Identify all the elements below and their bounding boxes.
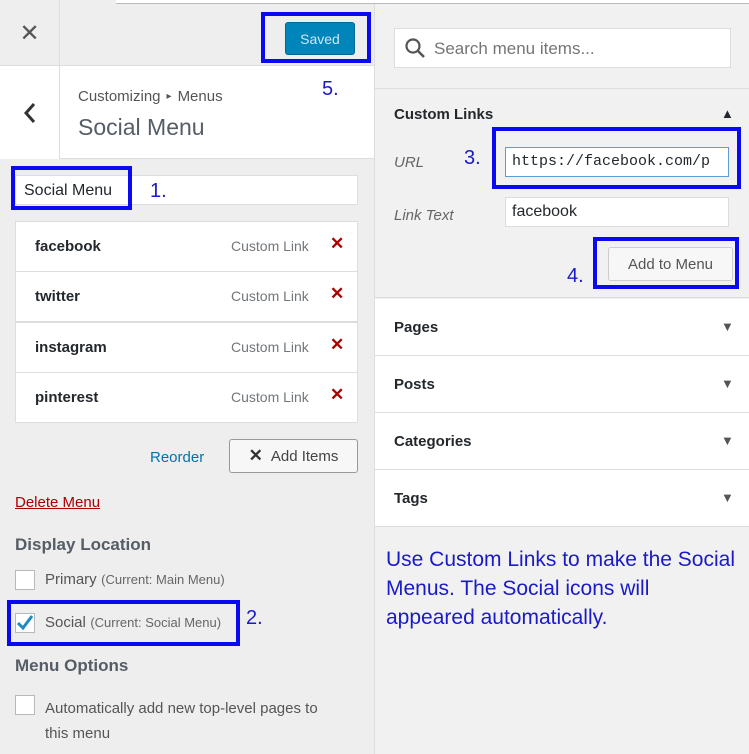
- expand-arrow-icon: ▼: [721, 376, 734, 391]
- search-input[interactable]: [432, 38, 722, 60]
- accordion-tags[interactable]: Tags ▼: [375, 470, 749, 527]
- menu-item-type: Custom Link: [231, 238, 309, 254]
- breadcrumb-separator-icon: ▸: [166, 91, 172, 102]
- url-label: URL: [394, 154, 425, 171]
- page-title: Social Menu: [78, 114, 205, 140]
- add-items-label: Add Items: [270, 447, 339, 465]
- delete-item-icon[interactable]: ✕: [330, 335, 344, 355]
- annotation-2: 2.: [246, 607, 263, 629]
- menu-item-title: instagram: [35, 339, 107, 356]
- menu-item-title: twitter: [35, 288, 80, 305]
- highlight-menu-name: [11, 166, 132, 210]
- accordion-title: Categories: [394, 433, 472, 450]
- accordion-categories[interactable]: Categories ▼: [375, 413, 749, 470]
- annotation-1: 1.: [150, 180, 167, 202]
- breadcrumb: Customizing ▸ Menus: [78, 88, 223, 105]
- breadcrumb-section: Menus: [177, 88, 223, 105]
- menu-item-title: facebook: [35, 238, 101, 255]
- accordion-posts[interactable]: Posts ▼: [375, 356, 749, 413]
- search-icon: [405, 38, 425, 58]
- close-icon: ✕: [248, 446, 263, 465]
- delete-item-icon[interactable]: ✕: [330, 234, 344, 254]
- instruction-note: Use Custom Links to make the Social Menu…: [386, 548, 735, 629]
- accordion-title: Pages: [394, 319, 439, 336]
- primary-location-label: Primary (Current: Main Menu): [45, 571, 225, 588]
- expand-arrow-icon: ▼: [721, 490, 734, 505]
- back-button[interactable]: [0, 66, 60, 159]
- highlight-saved: [261, 12, 371, 63]
- custom-links-title[interactable]: Custom Links: [394, 106, 493, 123]
- highlight-social-location: [7, 600, 240, 646]
- highlight-url: [492, 127, 741, 189]
- annotation-4: 4.: [567, 265, 584, 287]
- menu-item[interactable]: pinterest Custom Link ✕: [15, 372, 358, 423]
- link-text-field[interactable]: facebook: [505, 197, 729, 227]
- delete-item-icon[interactable]: ✕: [330, 385, 344, 405]
- top-scroll-edge: [116, 0, 749, 4]
- accordion-title: Posts: [394, 376, 435, 393]
- menu-options-heading: Menu Options: [15, 656, 129, 675]
- menu-item[interactable]: facebook Custom Link ✕: [15, 221, 358, 272]
- primary-location-checkbox[interactable]: [15, 570, 35, 590]
- delete-item-icon[interactable]: ✕: [330, 284, 344, 304]
- accordion-pages[interactable]: Pages ▼: [375, 299, 749, 356]
- annotation-3: 3.: [464, 147, 481, 169]
- link-text-label: Link Text: [394, 207, 454, 224]
- reorder-link[interactable]: Reorder: [150, 449, 204, 466]
- menu-item[interactable]: twitter Custom Link ✕: [15, 271, 358, 322]
- highlight-add-to-menu: [593, 237, 739, 289]
- display-location-heading: Display Location: [15, 535, 152, 554]
- menu-item-type: Custom Link: [231, 288, 309, 304]
- close-icon: ✕: [19, 19, 40, 47]
- menu-item[interactable]: instagram Custom Link ✕: [15, 322, 358, 373]
- breadcrumb-root: Customizing: [78, 88, 161, 105]
- expand-arrow-icon: ▼: [721, 319, 734, 334]
- close-customizer-button[interactable]: ✕: [0, 0, 60, 66]
- delete-menu-link[interactable]: Delete Menu: [15, 494, 100, 511]
- accordion-title: Tags: [394, 490, 428, 507]
- collapse-arrow-icon[interactable]: ▲: [721, 106, 734, 121]
- menu-item-type: Custom Link: [231, 389, 309, 405]
- menu-item-type: Custom Link: [231, 339, 309, 355]
- expand-arrow-icon: ▼: [721, 433, 734, 448]
- chevron-left-icon: [23, 102, 35, 123]
- add-items-button[interactable]: ✕ Add Items: [229, 439, 358, 473]
- auto-add-pages-checkbox[interactable]: [15, 695, 35, 715]
- menu-item-title: pinterest: [35, 389, 99, 406]
- auto-add-pages-label: Automatically add new top-level pages to…: [45, 700, 318, 742]
- annotation-5: 5.: [322, 78, 339, 100]
